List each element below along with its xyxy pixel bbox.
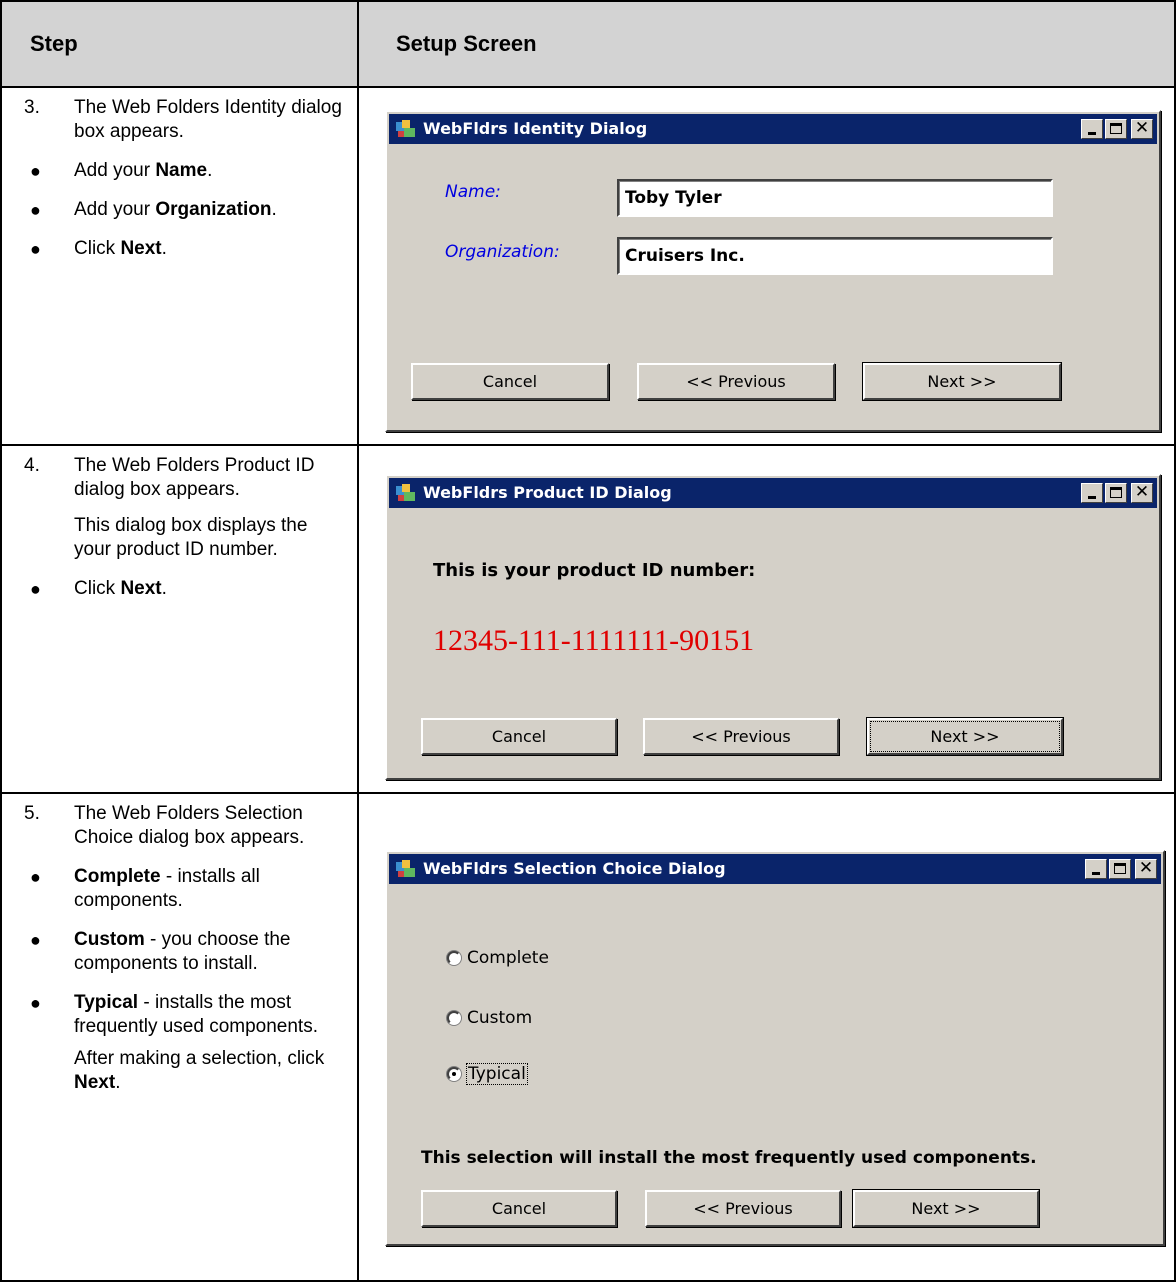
step-number: 4. <box>24 455 40 476</box>
setup-app-icon <box>396 484 415 501</box>
name-field[interactable]: Toby Tyler <box>617 179 1053 217</box>
step-paragraph: This dialog box displays the your produc… <box>74 515 308 560</box>
identity-dialog: WebFldrs Identity Dialog ✕ Name: Toby Ty… <box>385 110 1161 432</box>
list-item: ● Typical - installs the most frequently … <box>30 992 318 1037</box>
selection-description: This selection will install the most fre… <box>421 1148 1037 1168</box>
product-id-number: 12345-111-1111111-90151 <box>433 624 755 657</box>
product-id-heading: This is your product ID number: <box>433 560 756 581</box>
cancel-button[interactable]: Cancel <box>421 718 617 755</box>
setup-app-icon <box>396 120 415 137</box>
step-number: 5. <box>24 803 40 824</box>
step-cell: 4. The Web Folders Product ID dialog box… <box>2 446 359 792</box>
minimize-icon <box>1092 872 1100 875</box>
radio-button-icon <box>447 951 461 965</box>
minimize-icon <box>1088 496 1096 499</box>
step-paragraph: After making a selection, click Next. <box>74 1048 325 1093</box>
maximize-button[interactable] <box>1109 859 1131 879</box>
radio-complete[interactable]: Complete <box>447 948 549 968</box>
maximize-button[interactable] <box>1105 119 1127 139</box>
radio-button-checked-icon <box>447 1067 461 1081</box>
close-icon: ✕ <box>1138 858 1154 878</box>
next-button-label: Next >> <box>870 721 1060 752</box>
previous-button[interactable]: << Previous <box>637 363 835 400</box>
radio-typical[interactable]: Typical <box>447 1063 528 1085</box>
dialog-titlebar: WebFldrs Selection Choice Dialog ✕ <box>389 854 1161 884</box>
maximize-button[interactable] <box>1105 483 1127 503</box>
list-item: ● Complete - installs all components. <box>30 866 260 911</box>
screen-cell: WebFldrs Selection Choice Dialog ✕ Compl… <box>361 794 1174 1282</box>
previous-button[interactable]: << Previous <box>643 718 839 755</box>
step-text: The Web Folders Product ID dialog box ap… <box>74 455 315 500</box>
close-icon: ✕ <box>1134 482 1150 502</box>
table-row-step-3: 3. The Web Folders Identity dialog box a… <box>2 88 1174 446</box>
dialog-titlebar: WebFldrs Identity Dialog ✕ <box>389 114 1157 144</box>
list-item: ● Click Next. <box>30 238 167 259</box>
radio-label: Custom <box>467 1008 533 1028</box>
next-button[interactable]: Next >> <box>862 362 1062 401</box>
next-button[interactable]: Next >> <box>866 717 1064 756</box>
close-button[interactable]: ✕ <box>1131 482 1153 503</box>
step-cell: 3. The Web Folders Identity dialog box a… <box>2 88 359 444</box>
dialog-title: WebFldrs Identity Dialog <box>423 119 648 138</box>
dialog-title: WebFldrs Product ID Dialog <box>423 483 672 502</box>
screen-cell: WebFldrs Identity Dialog ✕ Name: Toby Ty… <box>361 88 1174 444</box>
close-button[interactable]: ✕ <box>1131 118 1153 139</box>
table-row-step-4: 4. The Web Folders Product ID dialog box… <box>2 446 1174 794</box>
name-label: Name: <box>445 182 501 202</box>
organization-label: Organization: <box>445 242 560 262</box>
maximize-icon <box>1110 123 1122 134</box>
minimize-button[interactable] <box>1081 119 1103 139</box>
setup-steps-table: Step Setup Screen 3. The Web Folders Ide… <box>0 0 1176 1282</box>
list-item: ● Add your Name. <box>30 160 213 181</box>
list-item: ● Add your Organization. <box>30 199 277 220</box>
dialog-title: WebFldrs Selection Choice Dialog <box>423 859 726 878</box>
organization-field[interactable]: Cruisers Inc. <box>617 237 1053 275</box>
minimize-button[interactable] <box>1081 483 1103 503</box>
minimize-icon <box>1088 132 1096 135</box>
close-button[interactable]: ✕ <box>1135 858 1157 879</box>
step-cell: 5. The Web Folders Selection Choice dial… <box>2 794 359 1282</box>
cancel-button[interactable]: Cancel <box>411 363 609 400</box>
step-text: The Web Folders Identity dialog box appe… <box>74 97 342 142</box>
radio-label: Typical <box>466 1063 528 1085</box>
next-button[interactable]: Next >> <box>852 1189 1040 1228</box>
header-setup-screen: Setup Screen <box>396 31 537 56</box>
cancel-button[interactable]: Cancel <box>421 1190 617 1227</box>
step-number: 3. <box>24 97 40 118</box>
product-id-dialog: WebFldrs Product ID Dialog ✕ This is you… <box>385 474 1161 780</box>
previous-button[interactable]: << Previous <box>645 1190 841 1227</box>
selection-choice-dialog: WebFldrs Selection Choice Dialog ✕ Compl… <box>385 850 1165 1246</box>
radio-label: Complete <box>467 948 549 968</box>
step-text: The Web Folders Selection Choice dialog … <box>74 803 305 848</box>
setup-app-icon <box>396 860 415 877</box>
radio-custom[interactable]: Custom <box>447 1008 532 1028</box>
maximize-icon <box>1110 487 1122 498</box>
radio-button-icon <box>447 1011 461 1025</box>
minimize-button[interactable] <box>1085 859 1107 879</box>
list-item: ● Custom - you choose the components to i… <box>30 929 291 974</box>
list-item: ● Click Next. <box>30 578 167 599</box>
table-row-step-5: 5. The Web Folders Selection Choice dial… <box>2 794 1174 1282</box>
dialog-titlebar: WebFldrs Product ID Dialog ✕ <box>389 478 1157 508</box>
table-header-row: Step Setup Screen <box>2 2 1174 88</box>
maximize-icon <box>1114 863 1126 874</box>
header-step: Step <box>2 2 359 86</box>
screen-cell: WebFldrs Product ID Dialog ✕ This is you… <box>361 446 1174 792</box>
close-icon: ✕ <box>1134 118 1150 138</box>
